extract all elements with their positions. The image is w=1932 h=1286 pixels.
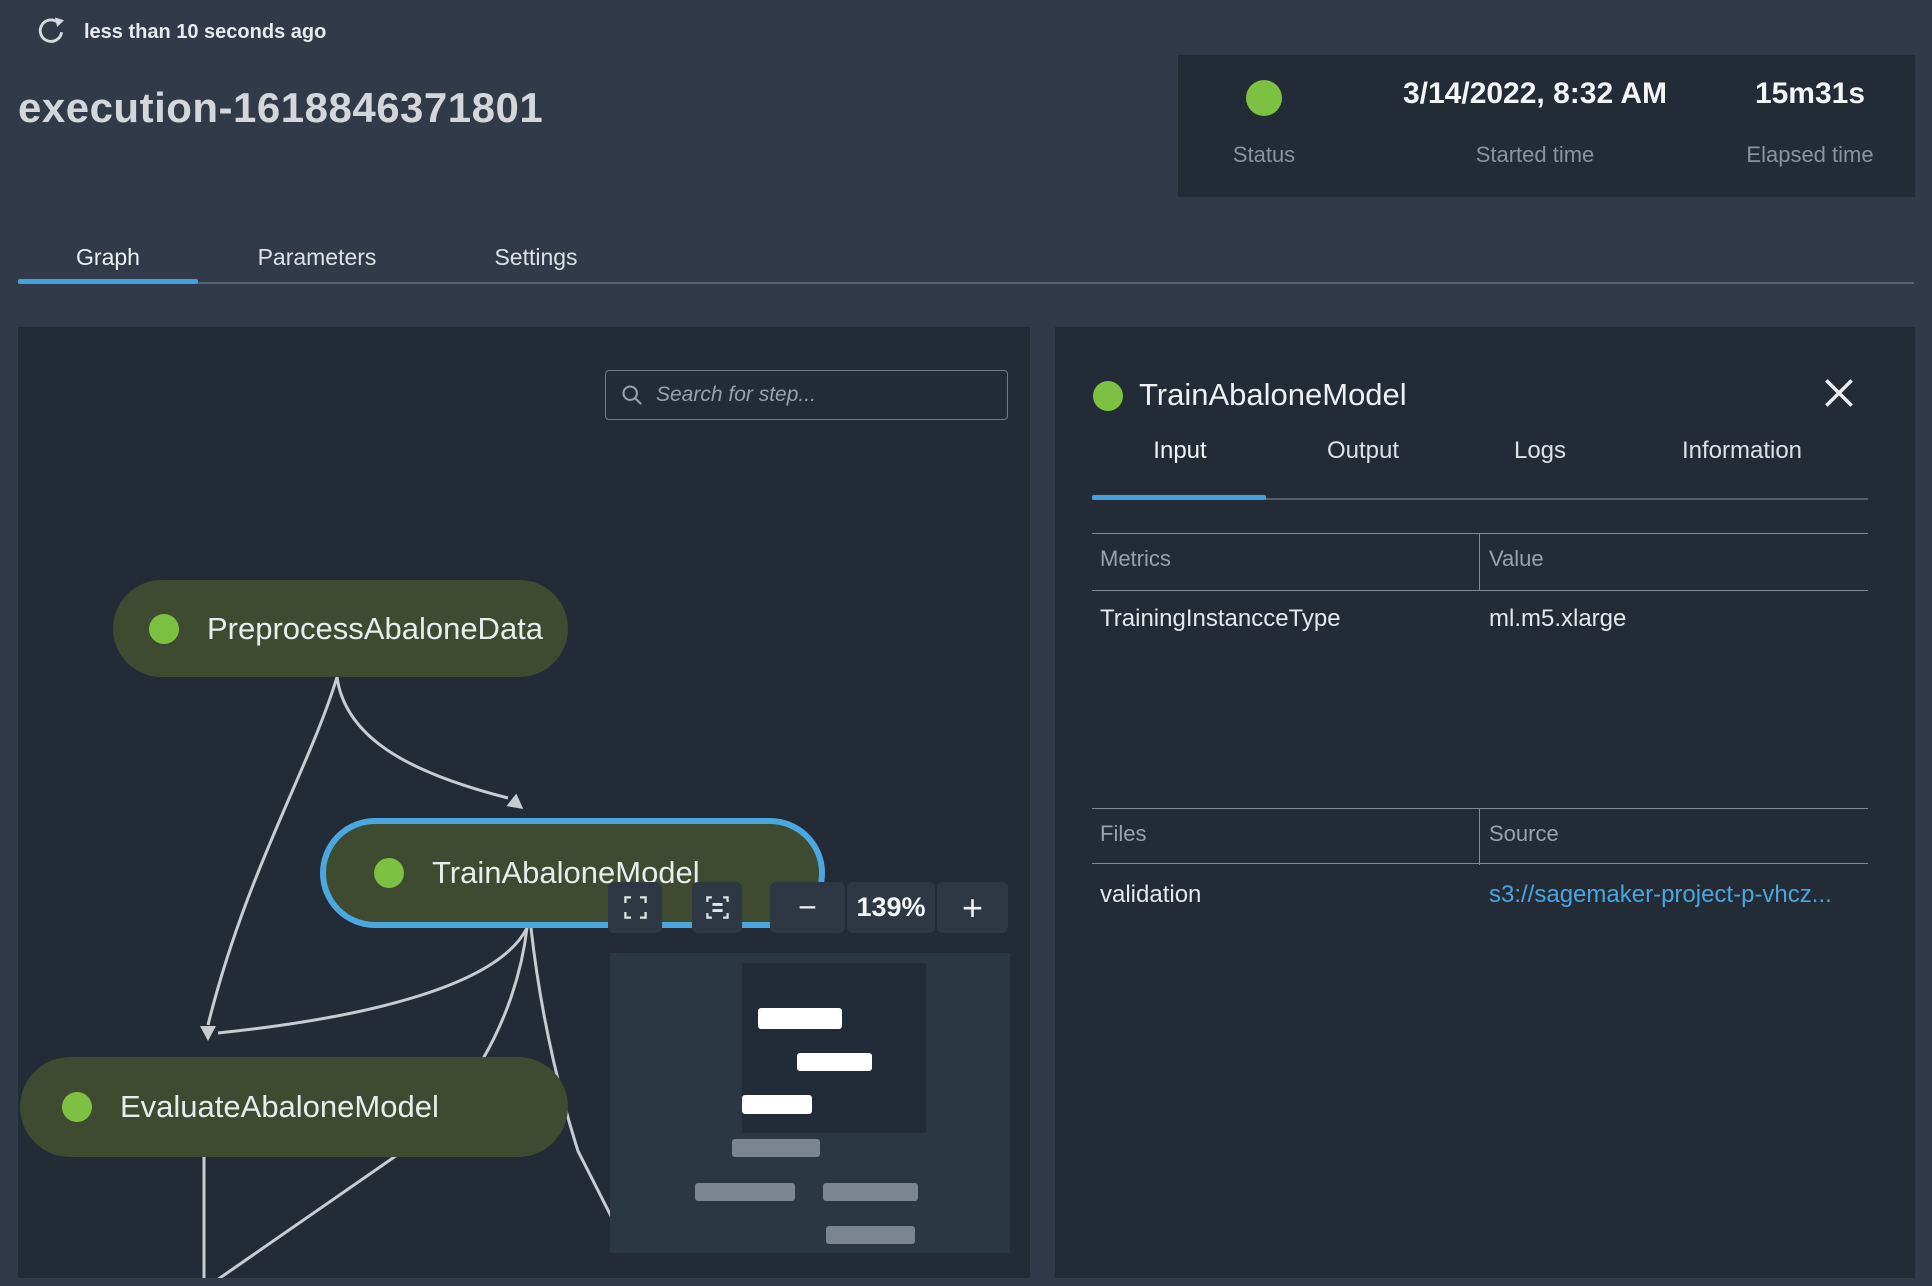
details-tab-logs[interactable]: Logs [1452, 437, 1628, 465]
arrowhead-train [506, 793, 524, 810]
step-details-title: TrainAbaloneModel [1139, 377, 1407, 412]
metrics-table-header-border [1092, 590, 1868, 591]
value-header: Value [1489, 546, 1544, 571]
refresh-icon [38, 17, 64, 43]
minimap-node [695, 1183, 795, 1201]
minimap-node [732, 1139, 820, 1157]
fit-view-button[interactable] [692, 882, 742, 933]
source-header: Source [1489, 821, 1559, 846]
status-success-dot [1246, 80, 1282, 116]
minimap-node [758, 1008, 842, 1029]
node-status-dot [149, 613, 179, 644]
search-input[interactable] [656, 383, 993, 407]
edge-preprocess-train [335, 676, 509, 800]
execution-detail-page: less than 10 seconds ago execution-16188… [0, 0, 1932, 1286]
zoom-out-button[interactable]: − [770, 882, 845, 933]
search-icon [622, 385, 642, 405]
fit-view-icon [705, 896, 729, 919]
details-active-tab-indicator [1092, 495, 1266, 500]
files-table-top-border [1092, 808, 1868, 809]
elapsed-time-value: 15m31s [1754, 77, 1866, 110]
metric-value-cell: ml.m5.xlarge [1489, 605, 1627, 632]
elapsed-time-label: Elapsed time [1746, 142, 1874, 167]
metric-name-cell: TrainingInstancceType [1100, 605, 1341, 632]
close-button[interactable] [1817, 371, 1861, 415]
graph-minimap[interactable] [610, 953, 1010, 1253]
file-name-cell: validation [1100, 881, 1202, 908]
active-tab-indicator [18, 279, 198, 284]
refresh-button[interactable] [36, 16, 66, 46]
details-tab-input[interactable]: Input [1092, 437, 1268, 465]
step-search-box [605, 370, 1008, 420]
tab-parameters[interactable]: Parameters [227, 244, 407, 271]
started-time-label: Started time [1475, 142, 1595, 167]
page-title: execution-1618846371801 [18, 84, 544, 131]
node-label: PreprocessAbaloneData [207, 610, 544, 646]
arrowhead-evaluate [200, 1026, 216, 1041]
tab-divider-line [18, 282, 1914, 284]
status-label: Status [1232, 142, 1296, 167]
details-tab-output[interactable]: Output [1275, 437, 1451, 465]
graph-node-train-selected[interactable]: TrainAbaloneModel [320, 818, 825, 928]
last-refreshed-text: less than 10 seconds ago [84, 21, 327, 43]
fullscreen-button[interactable] [608, 882, 662, 933]
tab-graph[interactable]: Graph [18, 244, 198, 271]
fullscreen-icon [623, 896, 647, 919]
tab-settings[interactable]: Settings [446, 244, 626, 271]
zoom-level-value: 139% [847, 882, 935, 933]
metrics-table-column-divider [1479, 533, 1480, 590]
step-details-panel: TrainAbaloneModel Input Output Logs Info… [1055, 327, 1915, 1278]
zoom-in-button[interactable]: + [937, 882, 1008, 933]
started-time-value: 3/14/2022, 8:32 AM [1402, 77, 1668, 110]
minimap-node [826, 1226, 915, 1244]
details-tab-information[interactable]: Information [1654, 437, 1830, 465]
metrics-header: Metrics [1100, 546, 1171, 571]
node-status-dot [374, 858, 404, 888]
files-table-column-divider [1479, 808, 1480, 865]
node-label: EvaluateAbaloneModel [120, 1089, 439, 1124]
minimap-node [742, 1095, 812, 1114]
files-table-header-border [1092, 863, 1868, 864]
metrics-table-top-border [1092, 533, 1868, 534]
graph-node-evaluate[interactable]: EvaluateAbaloneModel [20, 1057, 568, 1157]
close-icon [1825, 379, 1853, 407]
status-card: 3/14/2022, 8:32 AM 15m31s Status Started… [1178, 55, 1915, 197]
files-header: Files [1100, 821, 1147, 846]
pipeline-graph-panel[interactable]: PreprocessAbaloneData TrainAbaloneModel … [18, 327, 1030, 1278]
graph-node-preprocess[interactable]: PreprocessAbaloneData [113, 580, 568, 677]
edge-preprocess-evaluate [206, 676, 339, 1026]
minimap-node [823, 1183, 918, 1201]
edge-train-evaluate [217, 927, 529, 1035]
minimap-node [797, 1053, 872, 1071]
node-status-dot [62, 1092, 92, 1122]
s3-source-link[interactable]: s3://sagemaker-project-p-vhcz... [1489, 881, 1832, 909]
step-status-dot [1093, 381, 1123, 411]
